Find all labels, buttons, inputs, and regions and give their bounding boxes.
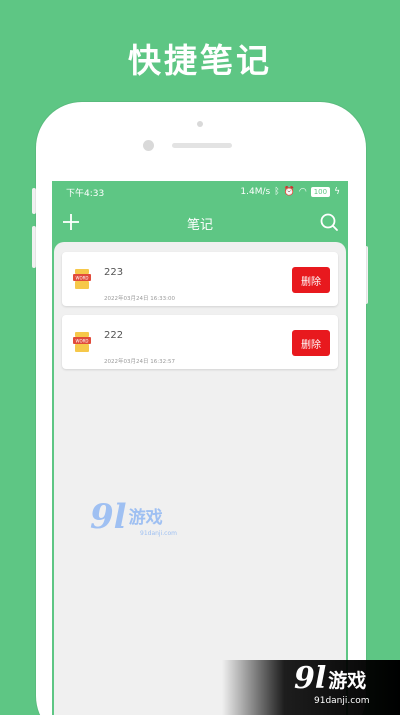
svg-text:WORD: WORD [76,275,89,280]
watermark-corner: 9l 游戏 [294,664,366,694]
charging-icon: ϟ [334,187,340,197]
note-title: 223 [104,267,124,278]
watermark-logo: 9l [90,497,127,537]
search-button[interactable] [318,211,340,233]
delete-button[interactable]: 删除 [292,267,330,293]
phone-camera [143,140,154,151]
search-icon [320,213,338,231]
note-timestamp: 2022年03月24日 16:33:00 [104,296,175,302]
note-timestamp: 2022年03月24日 16:32:57 [104,359,175,365]
battery-icon: 100 [310,187,331,197]
network-speed: 1.4M/s [240,187,271,197]
note-item[interactable]: WORD 223 2022年03月24日 16:33:00 删除 [62,252,338,306]
status-indicators: 1.4M/s ᛒ ⏰ ◠ 100 ϟ [240,187,340,197]
watermark-site: 91danji.com [140,530,177,537]
status-bar: 下午4:33 1.4M/s ᛒ ⏰ ◠ 100 ϟ [52,181,348,203]
corner-watermark-site: 91danji.com [314,696,370,706]
word-doc-icon: WORD [73,332,91,352]
app-header: 笔记 [52,207,348,237]
bluetooth-icon: ᛒ [274,187,280,197]
word-doc-icon: WORD [73,269,91,289]
wifi-icon: ◠ [298,187,307,197]
note-item[interactable]: WORD 222 2022年03月24日 16:32:57 删除 [62,315,338,369]
status-time: 下午4:33 [66,188,105,199]
app-screen: 下午4:33 1.4M/s ᛒ ⏰ ◠ 100 ϟ 笔记 WORD 223 20… [52,181,348,715]
notes-list: WORD 223 2022年03月24日 16:33:00 删除 WORD 22… [54,242,346,715]
watermark-name: 游戏 [128,508,163,528]
alarm-icon: ⏰ [283,187,295,197]
page-title: 笔记 [186,218,213,233]
corner-watermark-name: 游戏 [328,670,367,692]
promo-title: 快捷笔记 [128,41,272,80]
phone-sensor [197,121,203,127]
svg-text:WORD: WORD [76,338,89,343]
corner-watermark-logo: 9l [294,661,327,696]
note-title: 222 [104,330,124,341]
phone-speaker [172,143,232,148]
delete-button[interactable]: 删除 [292,330,330,356]
watermark-center: 9l 游戏 [90,500,163,534]
